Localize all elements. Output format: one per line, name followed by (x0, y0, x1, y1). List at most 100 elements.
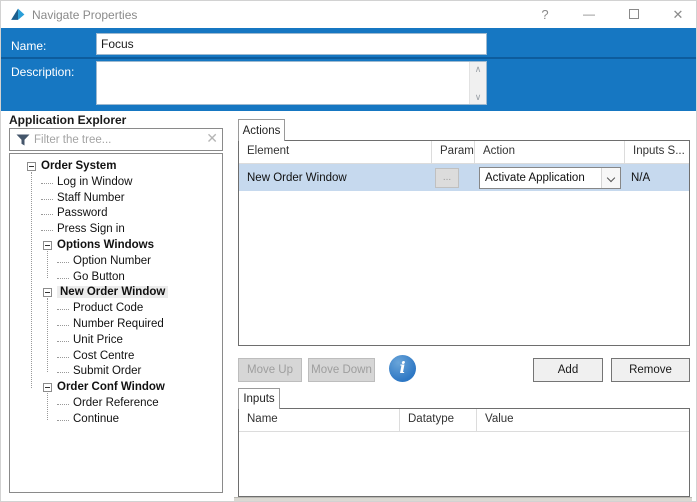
action-inputs-set-cell: N/A (625, 172, 689, 184)
tree-item[interactable]: Continue (10, 412, 222, 428)
name-input[interactable] (96, 33, 487, 55)
actions-table: Element Params Action Inputs S... New Or… (238, 140, 690, 346)
column-header-params[interactable]: Params (432, 141, 475, 163)
action-dropdown-value: Activate Application (480, 172, 601, 184)
tree-item-label: Order Reference (73, 397, 159, 409)
tree-item[interactable]: New Order Window (10, 285, 222, 301)
inputs-table: Name Datatype Value (238, 408, 690, 497)
tree-connector (41, 230, 53, 231)
remove-button[interactable]: Remove (611, 358, 690, 382)
tree-connector (41, 199, 53, 200)
tree-connector (57, 420, 69, 421)
tree-connector (57, 309, 69, 310)
tree-item[interactable]: Staff Number (10, 191, 222, 207)
tree-item-label: Password (57, 207, 108, 219)
description-label: Description: (11, 65, 74, 79)
window-bottom-edge (234, 497, 692, 502)
filter-funnel-icon (16, 134, 30, 146)
tree-item[interactable]: Order System (10, 159, 222, 175)
tree-item[interactable]: Submit Order (10, 364, 222, 380)
tree-item-label: Log in Window (57, 176, 132, 188)
tree-item[interactable]: Password (10, 206, 222, 222)
scroll-up-icon[interactable]: ∧ (470, 62, 486, 76)
tree-item-label: Option Number (73, 255, 151, 267)
info-icon[interactable]: i (389, 355, 416, 382)
tree-item[interactable]: Cost Centre (10, 349, 222, 365)
add-button[interactable]: Add (533, 358, 603, 382)
description-textarea[interactable]: ∧ ∨ (96, 61, 487, 105)
action-element-cell: New Order Window (239, 172, 432, 184)
header-divider (1, 57, 697, 59)
tree-expander-icon[interactable] (43, 241, 52, 250)
window-title: Navigate Properties (32, 8, 137, 22)
tree-item[interactable]: Option Number (10, 254, 222, 270)
tab-actions[interactable]: Actions (238, 119, 285, 141)
tree-item[interactable]: Order Conf Window (10, 380, 222, 396)
tree-item[interactable]: Product Code (10, 301, 222, 317)
tree-item-label: Go Button (73, 271, 125, 283)
tree-item[interactable]: Order Reference (10, 396, 222, 412)
tree-item-label: Cost Centre (73, 350, 134, 362)
column-header-inputs-set[interactable]: Inputs S... (625, 141, 689, 163)
move-up-button[interactable]: Move Up (238, 358, 302, 382)
tree-expander-icon[interactable] (43, 288, 52, 297)
tree-connector (41, 214, 53, 215)
tree-item-label: Number Required (73, 318, 164, 330)
tree-expander-icon[interactable] (43, 383, 52, 392)
tree-connector (57, 341, 69, 342)
tree-connector (57, 372, 69, 373)
tree-item[interactable]: Press Sign in (10, 222, 222, 238)
tree-item-label: Press Sign in (57, 223, 125, 235)
tree-item[interactable]: Unit Price (10, 333, 222, 349)
tree-item-label: Submit Order (73, 365, 141, 377)
close-icon[interactable]: ✕ (667, 5, 689, 24)
tree-item-label: Unit Price (73, 334, 123, 346)
tree-item-label: New Order Window (57, 286, 168, 298)
maximize-icon[interactable] (623, 5, 645, 24)
tree-connector (57, 278, 69, 279)
action-row[interactable]: New Order Window ... Activate Applicatio… (239, 164, 689, 191)
tree-item[interactable]: Number Required (10, 317, 222, 333)
column-header-value[interactable]: Value (477, 409, 689, 431)
tree-connector (57, 357, 69, 358)
inputs-table-header: Name Datatype Value (239, 409, 689, 432)
tree-filter: ✕ (9, 128, 223, 151)
action-dropdown[interactable]: Activate Application (479, 167, 621, 189)
filter-clear-icon[interactable]: ✕ (206, 130, 218, 147)
params-button[interactable]: ... (435, 168, 459, 188)
title-bar: Navigate Properties ? — ✕ (1, 1, 696, 28)
tree-item-label: Order Conf Window (57, 381, 165, 393)
name-label: Name: (11, 39, 46, 53)
column-header-element[interactable]: Element (239, 141, 432, 163)
tree-item[interactable]: Options Windows (10, 238, 222, 254)
tree-connector (57, 262, 69, 263)
tree-connector (41, 183, 53, 184)
help-icon[interactable]: ? (534, 5, 556, 24)
column-header-datatype[interactable]: Datatype (400, 409, 477, 431)
chevron-down-icon[interactable] (601, 168, 620, 188)
description-scrollbar[interactable]: ∧ ∨ (469, 62, 486, 104)
scroll-down-icon[interactable]: ∨ (470, 90, 486, 104)
properties-header: Name: Description: ∧ ∨ (1, 28, 697, 111)
tree-item-label: Continue (73, 413, 119, 425)
tree-expander-icon[interactable] (27, 162, 36, 171)
column-header-name[interactable]: Name (239, 409, 400, 431)
minimize-icon[interactable]: — (578, 5, 600, 24)
tree-item-label: Order System (41, 160, 116, 172)
tree-connector (57, 404, 69, 405)
application-explorer-title: Application Explorer (9, 113, 126, 127)
tree-item-label: Staff Number (57, 192, 125, 204)
navigate-stage-icon (9, 6, 26, 23)
application-explorer-tree: Order System Log in Window Staff Number Pas… (9, 153, 223, 493)
move-down-button[interactable]: Move Down (308, 358, 375, 382)
tab-inputs[interactable]: Inputs (238, 388, 280, 409)
navigate-properties-dialog: Navigate Properties ? — ✕ Name: Descript… (0, 0, 697, 502)
tree-item-label: Options Windows (57, 239, 154, 251)
tree-item-label: Product Code (73, 302, 143, 314)
actions-table-header: Element Params Action Inputs S... (239, 141, 689, 164)
tree-item[interactable]: Log in Window (10, 175, 222, 191)
column-header-action[interactable]: Action (475, 141, 625, 163)
tree-connector (57, 325, 69, 326)
filter-input[interactable] (34, 130, 200, 149)
tree-item[interactable]: Go Button (10, 270, 222, 286)
